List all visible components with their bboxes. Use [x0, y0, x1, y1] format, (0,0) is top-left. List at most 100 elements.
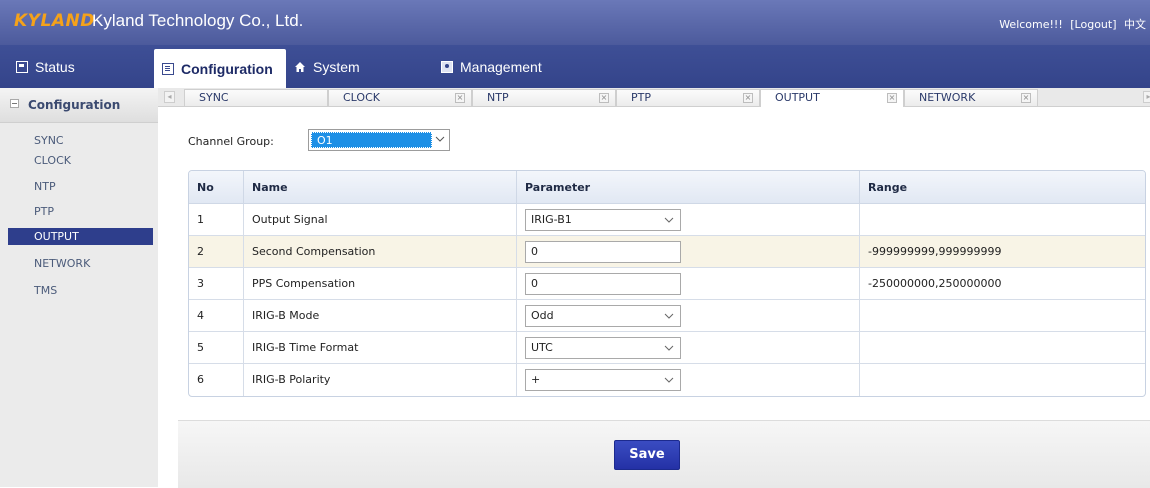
table-row: 3 PPS Compensation 0 -250000000,25000000… [189, 267, 1145, 300]
menu-configuration[interactable]: Configuration [154, 49, 286, 88]
tab-clock[interactable]: CLOCK × [328, 89, 472, 106]
tab-ptp-label: PTP [631, 91, 651, 104]
table-row: 4 IRIG-B Mode Odd [189, 299, 1145, 332]
row-name: IRIG-B Mode [243, 299, 517, 332]
row-range: -250000000,250000000 [859, 267, 1145, 300]
menu-system-label: System [313, 58, 360, 75]
row-name: PPS Compensation [243, 267, 517, 300]
kyland-logo: KYLAND [14, 11, 95, 31]
tab-network-label: NETWORK [919, 91, 976, 104]
sidebar-header[interactable]: Configuration [0, 88, 158, 123]
pps-compensation-input[interactable]: 0 [525, 272, 681, 295]
sidebar-item-tms[interactable]: TMS [8, 282, 153, 299]
chevron-down-icon [664, 345, 674, 351]
row-name: Output Signal [243, 203, 517, 236]
col-parameter: Parameter [516, 171, 860, 204]
tab-bar: ◂ SYNC CLOCK × NTP × PTP × OUTPUT × NETW… [158, 88, 1150, 107]
tab-output[interactable]: OUTPUT × [760, 89, 904, 107]
close-icon[interactable]: × [599, 93, 609, 103]
user-area: Welcome!!! [Logout] 中文 [995, 16, 1146, 32]
chevron-down-icon [664, 377, 674, 383]
close-icon[interactable]: × [1021, 93, 1031, 103]
row-name: IRIG-B Time Format [243, 331, 517, 364]
chevron-down-icon [664, 217, 674, 223]
collapse-icon[interactable] [10, 99, 19, 108]
form-footer: Save [178, 420, 1150, 488]
channel-group-select[interactable]: O1 [308, 129, 450, 151]
table-row: 5 IRIG-B Time Format UTC [189, 331, 1145, 364]
row-name: Second Compensation [243, 235, 517, 268]
sidebar-item-network[interactable]: NETWORK [8, 255, 153, 272]
output-signal-value: IRIG-B1 [531, 212, 572, 226]
irig-b-time-format-value: UTC [531, 340, 553, 354]
language-link[interactable]: 中文 [1124, 18, 1146, 31]
tab-ntp[interactable]: NTP × [472, 89, 616, 106]
output-parameters-table: No Name Parameter Range 1 Output Signal … [188, 170, 1146, 397]
sidebar-item-sync[interactable]: SYNC [8, 132, 153, 149]
menu-management-label: Management [460, 58, 542, 75]
channel-group-value: O1 [311, 132, 432, 148]
row-no: 2 [189, 235, 244, 268]
col-name: Name [243, 171, 517, 204]
menu-status-label: Status [35, 58, 75, 75]
sidebar-header-label: Configuration [28, 98, 121, 112]
welcome-text: Welcome!!! [999, 18, 1063, 31]
close-icon[interactable]: × [743, 93, 753, 103]
tab-network[interactable]: NETWORK × [904, 89, 1038, 106]
tab-sync-label: SYNC [199, 91, 229, 104]
row-range [859, 203, 1145, 236]
tab-ntp-label: NTP [487, 91, 509, 104]
tab-scroll-right[interactable]: ▸ [1143, 91, 1150, 103]
management-icon [441, 60, 453, 73]
table-row: 6 IRIG-B Polarity + [189, 363, 1145, 396]
row-range: -999999999,999999999 [859, 235, 1145, 268]
row-no: 5 [189, 331, 244, 364]
irig-b-mode-value: Odd [531, 308, 554, 322]
tab-clock-label: CLOCK [343, 91, 380, 104]
row-no: 3 [189, 267, 244, 300]
configuration-icon [162, 62, 174, 75]
row-parameter: 0 [516, 235, 860, 268]
second-compensation-input[interactable]: 0 [525, 240, 681, 263]
save-button[interactable]: Save [614, 440, 680, 470]
row-no: 1 [189, 203, 244, 236]
menu-management[interactable]: Management [441, 45, 542, 88]
chevron-down-icon [435, 136, 445, 142]
menu-configuration-label: Configuration [181, 60, 273, 77]
row-parameter: IRIG-B1 [516, 203, 860, 236]
col-range: Range [859, 171, 1145, 204]
row-parameter: + [516, 363, 860, 396]
sidebar-item-clock[interactable]: CLOCK [8, 152, 153, 169]
main-menu: Status Configuration System Management [0, 45, 1150, 88]
irig-b-polarity-select[interactable]: + [525, 368, 681, 391]
output-signal-select[interactable]: IRIG-B1 [525, 208, 681, 231]
tab-scroll-left[interactable]: ◂ [164, 91, 175, 103]
sidebar: Configuration SYNC CLOCK NTP PTP OUTPUT … [0, 88, 158, 487]
tab-ptp[interactable]: PTP × [616, 89, 760, 106]
tab-output-label: OUTPUT [775, 91, 820, 104]
table-row: 1 Output Signal IRIG-B1 [189, 203, 1145, 236]
row-no: 4 [189, 299, 244, 332]
table-header-row: No Name Parameter Range [189, 171, 1145, 204]
close-icon[interactable]: × [887, 93, 897, 103]
logout-link[interactable]: [Logout] [1070, 18, 1116, 31]
row-range [859, 331, 1145, 364]
menu-status[interactable]: Status [16, 45, 75, 88]
row-range [859, 299, 1145, 332]
menu-system[interactable]: System [294, 45, 360, 88]
home-icon [295, 61, 305, 72]
irig-b-time-format-select[interactable]: UTC [525, 336, 681, 359]
col-no: No [189, 171, 244, 204]
status-icon [16, 60, 28, 73]
sidebar-item-ntp[interactable]: NTP [8, 178, 153, 195]
tab-sync[interactable]: SYNC [184, 89, 328, 106]
sidebar-item-output[interactable]: OUTPUT [8, 228, 153, 245]
row-no: 6 [189, 363, 244, 396]
app-header: KYLAND Kyland Technology Co., Ltd. Welco… [0, 0, 1150, 45]
sidebar-item-ptp[interactable]: PTP [8, 203, 153, 220]
close-icon[interactable]: × [455, 93, 465, 103]
row-range [859, 363, 1145, 396]
irig-b-mode-select[interactable]: Odd [525, 304, 681, 327]
irig-b-polarity-value: + [531, 372, 541, 386]
chevron-down-icon [664, 313, 674, 319]
